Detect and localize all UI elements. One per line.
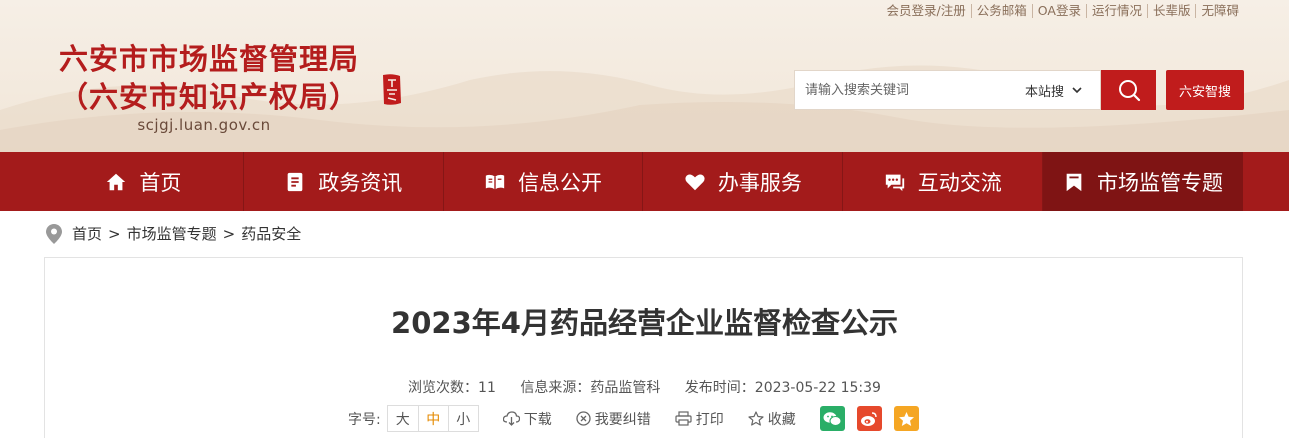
site-header: 会员登录/注册 公务邮箱 OA登录 运行情况 长辈版 无障碍 六安市市场监督管理… (0, 0, 1289, 152)
oa-login-link[interactable]: OA登录 (1031, 4, 1086, 18)
heart-icon (685, 174, 705, 190)
accessibility-link[interactable]: 无障碍 (1195, 4, 1244, 18)
breadcrumb-drug-safety[interactable]: 药品安全 (241, 223, 301, 244)
nav-item-label: 信息公开 (518, 170, 603, 195)
search-button[interactable] (1101, 70, 1156, 110)
font-size-label: 字号: (348, 411, 381, 428)
favorite-label: 收藏 (767, 411, 796, 428)
document-icon (287, 172, 303, 191)
nav-item-home[interactable]: 首页 (44, 152, 244, 211)
report-error-button[interactable]: 我要纠错 (576, 409, 651, 429)
home-icon (107, 173, 126, 190)
share-weibo-button[interactable] (856, 406, 882, 431)
view-count: 浏览次数：11 (408, 380, 496, 396)
nav-item-label: 首页 (139, 170, 182, 195)
star-icon (898, 411, 914, 426)
breadcrumb-separator: > (108, 224, 121, 243)
location-pin-icon (46, 223, 62, 244)
nav-item-label: 互动交流 (917, 170, 1002, 195)
nav-item-interaction[interactable]: 互动交流 (843, 152, 1044, 211)
site-domain: scjgj.luan.gov.cn (137, 116, 271, 134)
nav-item-services[interactable]: 办事服务 (643, 152, 844, 211)
search-input[interactable] (795, 71, 1005, 109)
info-source: 信息来源：药品监管科 (520, 380, 661, 396)
top-links: 会员登录/注册 公务邮箱 OA登录 运行情况 长辈版 无障碍 (882, 4, 1244, 18)
publish-time: 发布时间：2023-05-22 15:39 (684, 380, 881, 396)
article-panel: 2023年4月药品经营企业监督检查公示 浏览次数：11 信息来源：药品监管科 发… (44, 257, 1243, 438)
wechat-icon (823, 411, 842, 426)
smart-search-button[interactable]: 六安智搜 (1166, 70, 1244, 110)
favorite-button[interactable]: 收藏 (748, 409, 796, 429)
share-wechat-button[interactable] (819, 406, 845, 431)
run-status-link[interactable]: 运行情况 (1085, 4, 1147, 18)
nav-item-label: 市场监管专题 (1097, 170, 1224, 195)
search-box: 本站搜 (794, 70, 1101, 110)
search-scope-label: 本站搜 (1025, 84, 1065, 100)
font-size-medium-button[interactable]: 中 (417, 406, 448, 431)
report-error-label: 我要纠错 (594, 411, 651, 428)
main-nav: 首页 政务资讯 信息公开 办事服务 互动交流 市场监管专题 (0, 152, 1289, 211)
breadcrumb-home[interactable]: 首页 (72, 223, 102, 244)
star-outline-icon (748, 411, 764, 426)
cloud-download-icon (502, 411, 520, 426)
breadcrumb-market-topics[interactable]: 市场监管专题 (127, 223, 217, 244)
open-book-icon (485, 174, 505, 189)
login-register-link[interactable]: 会员登录/注册 (882, 4, 971, 18)
search-icon (1118, 80, 1140, 102)
download-button[interactable]: 下载 (502, 409, 552, 429)
share-qzone-button[interactable] (893, 406, 919, 431)
article-title: 2023年4月药品经营企业监督检查公示 (391, 306, 898, 340)
breadcrumb: 首页 > 市场监管专题 > 药品安全 (46, 223, 301, 244)
error-circle-icon (576, 411, 591, 426)
printer-icon (675, 411, 692, 426)
chevron-down-icon (1072, 86, 1082, 93)
official-mail-link[interactable]: 公务邮箱 (970, 4, 1032, 18)
nav-item-news[interactable]: 政务资讯 (244, 152, 444, 211)
elder-version-link[interactable]: 长辈版 (1146, 4, 1196, 18)
search-scope-select[interactable]: 本站搜 (1025, 81, 1082, 100)
chat-icon (885, 174, 904, 191)
download-label: 下载 (523, 411, 552, 428)
site-title-line2: （六安市知识产权局） (58, 80, 359, 114)
font-size-group: 大 中 小 (386, 405, 479, 432)
site-title[interactable]: 六安市市场监督管理局 （六安市知识产权局） (44, 40, 374, 116)
font-size-large-button[interactable]: 大 (388, 406, 418, 431)
print-label: 打印 (695, 411, 724, 428)
nav-item-label: 政务资讯 (318, 170, 403, 195)
breadcrumb-separator: > (222, 224, 236, 243)
bookmark-icon (1066, 173, 1082, 191)
nav-item-label: 办事服务 (717, 170, 802, 195)
weibo-icon (861, 411, 877, 426)
seal-icon (383, 74, 401, 105)
article-toolbar: 字号: 大 中 小 下载 我要纠错 打印 收藏 (348, 405, 919, 432)
article-meta: 浏览次数：11 信息来源：药品监管科 发布时间：2023-05-22 15:39 (45, 377, 1244, 397)
site-title-line1: 六安市市场监督管理局 (58, 42, 359, 76)
nav-item-disclosure[interactable]: 信息公开 (444, 152, 644, 211)
nav-item-market-topics[interactable]: 市场监管专题 (1043, 152, 1243, 211)
print-button[interactable]: 打印 (675, 409, 724, 429)
font-size-small-button[interactable]: 小 (447, 406, 478, 431)
